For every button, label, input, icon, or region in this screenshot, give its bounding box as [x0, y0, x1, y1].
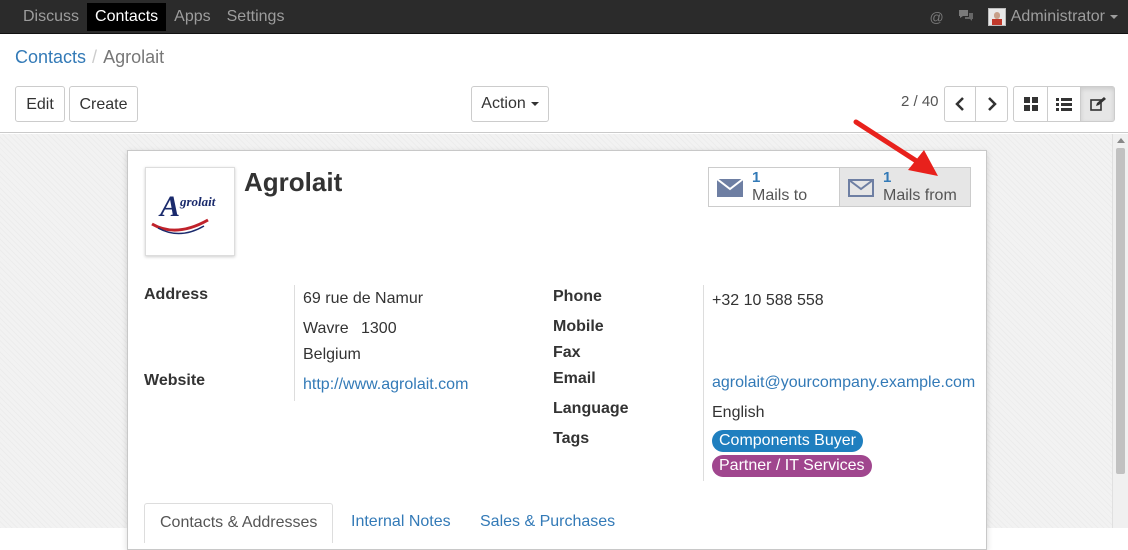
zip-field: 1300 [361, 320, 397, 337]
kanban-view-button[interactable] [1013, 86, 1048, 122]
user-menu[interactable]: Administrator [1011, 8, 1118, 26]
chat-icon[interactable] [958, 9, 974, 25]
form-sheet: A grolait Agrolait 1 Mails to 1 Mails fr… [127, 150, 987, 550]
pager-next-button[interactable] [975, 86, 1008, 122]
chevron-left-icon [955, 97, 964, 111]
website-link[interactable]: http://www.agrolait.com [303, 376, 468, 394]
svg-text:grolait: grolait [179, 194, 216, 209]
tags-label: Tags [553, 430, 590, 447]
country-field: Belgium [303, 346, 361, 363]
envelope-icon [717, 179, 743, 197]
list-view-button[interactable] [1047, 86, 1081, 122]
partner-logo[interactable]: A grolait [145, 167, 235, 256]
breadcrumb-current: Agrolait [103, 47, 165, 67]
breadcrumb: Contacts / Agrolait [15, 47, 164, 68]
mails-to-count: 1 [752, 169, 761, 186]
field-divider [294, 285, 295, 401]
mails-to-label: Mails to [752, 187, 808, 204]
edit-button[interactable]: Edit [15, 86, 65, 122]
action-dropdown[interactable]: Action [471, 86, 549, 122]
scrollbar-thumb[interactable] [1116, 148, 1125, 474]
agrolait-logo-icon: A grolait [151, 190, 216, 235]
pager-previous-button[interactable] [944, 86, 976, 122]
scroll-up-icon[interactable] [1117, 138, 1125, 143]
at-icon[interactable]: @ [930, 9, 944, 25]
mobile-label: Mobile [553, 318, 604, 335]
breadcrumb-contacts[interactable]: Contacts [15, 47, 86, 67]
fax-label: Fax [553, 344, 581, 361]
scrollbar[interactable] [1112, 134, 1128, 528]
email-label: Email [553, 370, 596, 387]
form-view-button[interactable] [1080, 86, 1115, 122]
field-divider [703, 285, 704, 481]
top-navbar: Discuss Contacts Apps Settings @ Adminis… [0, 0, 1128, 34]
mails-to-button[interactable]: 1 Mails to [708, 167, 840, 207]
website-label: Website [144, 372, 206, 389]
street-field: 69 rue de Namur [303, 290, 424, 307]
envelope-outline-icon [848, 179, 874, 197]
city-field: Wavre [303, 320, 349, 337]
tab-internal-notes[interactable]: Internal Notes [351, 503, 451, 543]
annotation-arrow-icon [853, 119, 938, 176]
email-link[interactable]: agrolait@yourcompany.example.com [712, 374, 975, 392]
kanban-icon [1023, 97, 1038, 111]
caret-down-icon [1110, 14, 1118, 19]
tag-components-buyer[interactable]: Components Buyer [712, 430, 863, 452]
systray: @ Administrator [930, 0, 1118, 34]
edit-icon [1089, 97, 1106, 111]
user-avatar[interactable] [987, 8, 1006, 26]
menu-settings[interactable]: Settings [219, 3, 293, 31]
create-button[interactable]: Create [69, 86, 138, 122]
address-label: Address [144, 286, 209, 303]
breadcrumb-separator: / [92, 47, 98, 67]
control-panel: Contacts / Agrolait Edit Create Action 2 /… [0, 34, 1128, 133]
app-menu: Discuss Contacts Apps Settings [15, 3, 292, 31]
phone-field: +32 10 588 558 [712, 292, 824, 309]
partner-name: Agrolait [244, 167, 343, 197]
language-field: English [712, 404, 765, 421]
phone-label: Phone [553, 288, 602, 305]
chevron-right-icon [987, 97, 997, 111]
pager-value[interactable]: 2 / 40 [901, 93, 939, 110]
tab-contacts-addresses[interactable]: Contacts & Addresses [144, 503, 334, 543]
user-name: Administrator [1010, 8, 1105, 25]
mails-from-label: Mails from [883, 187, 957, 204]
menu-discuss[interactable]: Discuss [15, 3, 87, 31]
menu-apps[interactable]: Apps [166, 3, 218, 31]
language-label: Language [553, 400, 629, 417]
action-label: Action [481, 95, 526, 112]
caret-down-icon [530, 101, 539, 106]
menu-contacts[interactable]: Contacts [87, 3, 167, 31]
list-icon [1056, 98, 1072, 111]
svg-text:A: A [158, 190, 180, 223]
tag-partner-it-services[interactable]: Partner / IT Services [712, 455, 872, 477]
tab-sales-purchases[interactable]: Sales & Purchases [480, 503, 615, 543]
